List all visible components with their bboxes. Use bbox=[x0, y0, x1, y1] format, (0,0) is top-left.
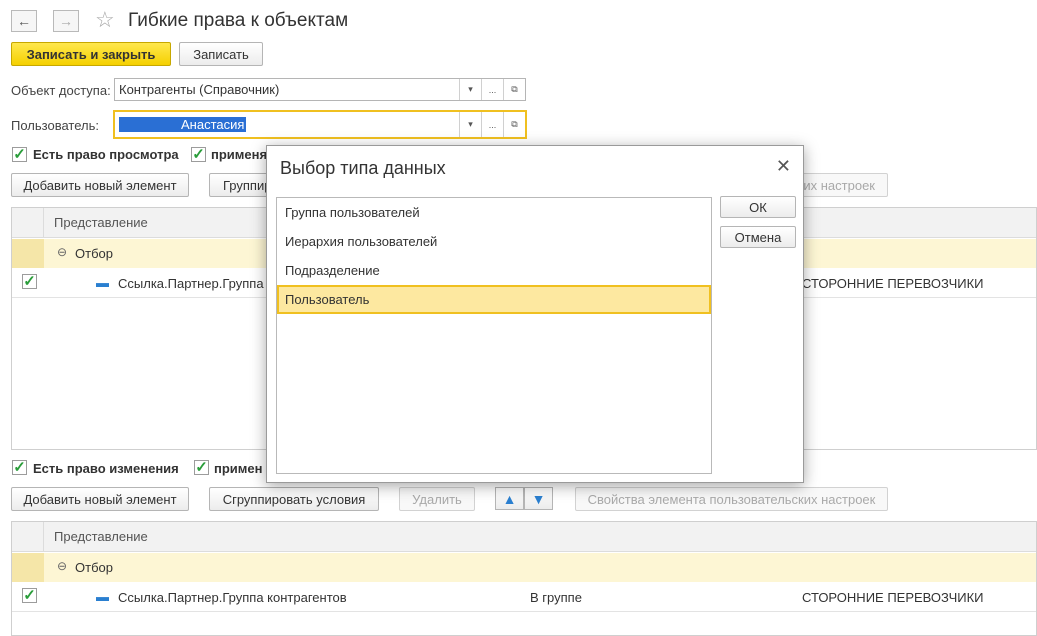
condition-icon: ▬ bbox=[96, 275, 109, 290]
data-type-list[interactable]: Группа пользователей Иерархия пользовате… bbox=[276, 197, 712, 474]
access-object-value: Контрагенты (Справочник) bbox=[119, 82, 280, 97]
chevron-down-icon[interactable]: ▾ bbox=[459, 79, 481, 100]
forward-button[interactable]: → bbox=[53, 10, 79, 32]
list-item-user-group[interactable]: Группа пользователей bbox=[277, 198, 711, 227]
element-properties-button[interactable]: Свойства элемента пользовательских настр… bbox=[575, 487, 888, 511]
move-up-button[interactable]: ▲ bbox=[495, 487, 524, 510]
view-right-label: Есть право просмотра bbox=[33, 147, 179, 162]
list-item-user[interactable]: Пользователь bbox=[277, 285, 711, 314]
open-icon[interactable]: ⧉ bbox=[503, 79, 525, 100]
table-group-row[interactable]: ⊖ Отбор bbox=[12, 553, 1036, 582]
add-element-button[interactable]: Добавить новый элемент bbox=[11, 487, 189, 511]
apply-edit-checkbox[interactable]: ✓ bbox=[194, 460, 209, 475]
view-right-checkbox[interactable]: ✓ bbox=[12, 147, 27, 162]
user-value: Анастасия bbox=[119, 117, 247, 132]
open-icon[interactable]: ⧉ bbox=[503, 112, 525, 137]
access-object-label: Объект доступа: bbox=[11, 83, 111, 98]
row-condition: В группе bbox=[530, 590, 582, 605]
condition-icon: ▬ bbox=[96, 589, 109, 604]
ellipsis-button[interactable]: ... bbox=[481, 112, 503, 137]
list-item-user-hierarchy[interactable]: Иерархия пользователей bbox=[277, 227, 711, 256]
edit-right-checkbox[interactable]: ✓ bbox=[12, 460, 27, 475]
ok-button[interactable]: ОК bbox=[720, 196, 796, 218]
favorite-star-icon[interactable]: ☆ bbox=[95, 7, 115, 33]
access-object-field[interactable]: Контрагенты (Справочник) ▾ ... ⧉ bbox=[114, 78, 526, 101]
chevron-down-icon[interactable]: ▾ bbox=[459, 112, 481, 137]
ellipsis-button[interactable]: ... bbox=[481, 79, 503, 100]
move-down-button[interactable]: ▼ bbox=[524, 487, 553, 510]
user-field[interactable]: Анастасия ▾ ... ⧉ bbox=[113, 110, 527, 139]
row-checkbox[interactable]: ✓ bbox=[22, 274, 37, 289]
group-check-col bbox=[12, 553, 44, 582]
user-value-wrap: Анастасия bbox=[115, 112, 459, 137]
header-check-col bbox=[12, 208, 44, 238]
collapse-icon[interactable]: ⊖ bbox=[57, 559, 67, 573]
edit-right-label: Есть право изменения bbox=[33, 461, 179, 476]
group-check-col bbox=[12, 239, 44, 268]
apply-checkbox[interactable]: ✓ bbox=[191, 147, 206, 162]
add-element-button[interactable]: Добавить новый элемент bbox=[11, 173, 189, 197]
row-checkbox[interactable]: ✓ bbox=[22, 588, 37, 603]
list-item-department[interactable]: Подразделение bbox=[277, 256, 711, 285]
save-and-close-button[interactable]: Записать и закрыть bbox=[11, 42, 171, 66]
column-header-representation: Представление bbox=[54, 215, 148, 230]
cancel-button[interactable]: Отмена bbox=[720, 226, 796, 248]
table-header: Представление bbox=[12, 522, 1036, 552]
header-check-col bbox=[12, 522, 44, 552]
arrow-up-icon: ▲ bbox=[502, 490, 517, 507]
apply-label: применя bbox=[211, 147, 268, 162]
arrow-down-icon: ▼ bbox=[531, 490, 546, 507]
dialog-title: Выбор типа данных bbox=[280, 158, 446, 178]
group-label: Отбор bbox=[75, 246, 113, 261]
collapse-icon[interactable]: ⊖ bbox=[57, 245, 67, 259]
save-button[interactable]: Записать bbox=[179, 42, 263, 66]
row-value: СТОРОННИЕ ПЕРЕВОЗЧИКИ bbox=[802, 276, 984, 291]
row-field: Ссылка.Партнер.Группа контрагентов bbox=[118, 590, 347, 605]
user-label: Пользователь: bbox=[11, 118, 99, 133]
back-button[interactable]: ← bbox=[11, 10, 37, 32]
arrow-left-icon: ← bbox=[17, 13, 31, 29]
group-label: Отбор bbox=[75, 560, 113, 575]
page-title: Гибкие права к объектам bbox=[128, 10, 349, 31]
table-row[interactable]: ✓ ▬ Ссылка.Партнер.Группа контрагентов В… bbox=[12, 582, 1036, 612]
column-header-representation: Представление bbox=[54, 529, 148, 544]
select-data-type-dialog: Выбор типа данных ✕ Группа пользователей… bbox=[266, 145, 804, 483]
row-field: Ссылка.Партнер.Группа bbox=[118, 276, 264, 291]
delete-button[interactable]: Удалить bbox=[399, 487, 475, 511]
close-icon[interactable]: ✕ bbox=[776, 156, 791, 177]
group-conditions-button[interactable]: Сгруппировать условия bbox=[209, 487, 379, 511]
apply-edit-label: примен bbox=[214, 461, 263, 476]
row-value: СТОРОННИЕ ПЕРЕВОЗЧИКИ bbox=[802, 590, 984, 605]
edit-conditions-table: Представление ⊖ Отбор ✓ ▬ Ссылка.Партнер… bbox=[11, 521, 1037, 636]
arrow-right-icon: → bbox=[59, 13, 73, 29]
